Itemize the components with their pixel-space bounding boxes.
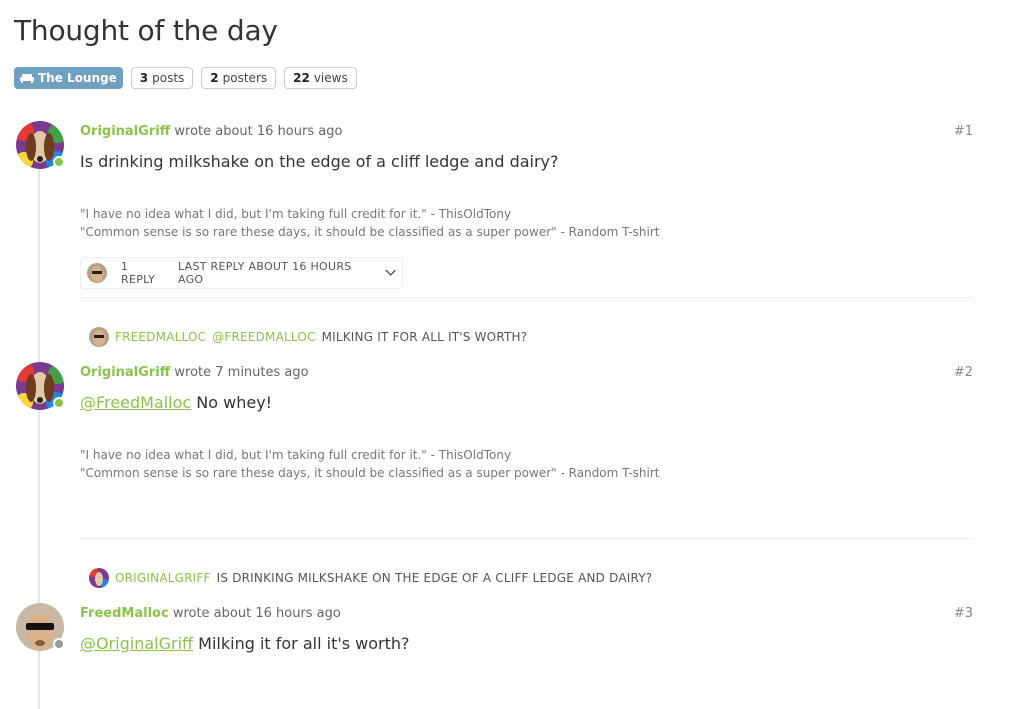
post-content: @OriginalGriff Milking it for all it's w… [80, 634, 410, 653]
views-count-badge: 22 views [284, 67, 357, 89]
replies-toggle[interactable]: 1 REPLY LAST REPLY ABOUT 16 HOURS AGO [80, 257, 403, 289]
page-title: Thought of the day [14, 14, 278, 47]
last-reply-time: LAST REPLY ABOUT 16 HOURS AGO [177, 260, 352, 286]
post-header: OriginalGriff wrote 7 minutes ago [80, 365, 309, 380]
parent-excerpt: MILKING IT FOR ALL IT'S WORTH? [321, 330, 528, 344]
category-label: The Lounge [38, 71, 117, 85]
parent-post-reference[interactable]: ORIGINALGRIFF IS DRINKING MILKSHAKE ON T… [89, 568, 652, 588]
parent-avatar [89, 327, 109, 347]
author-link[interactable]: OriginalGriff [80, 365, 170, 380]
post-content: Is drinking milkshake on the edge of a c… [80, 152, 559, 171]
user-mention-link[interactable]: @FreedMalloc [80, 393, 191, 412]
post-index[interactable]: #1 [954, 124, 973, 139]
author-link[interactable]: FreedMalloc [80, 606, 169, 621]
post-divider [80, 538, 973, 539]
parent-mention: @FREEDMALLOC [212, 330, 316, 344]
parent-author: FREEDMALLOC [115, 330, 207, 344]
posts-count-badge: 3 posts [130, 67, 194, 89]
post-signature: "I have no idea what I did, but I'm taki… [80, 448, 660, 480]
user-mention-link[interactable]: @OriginalGriff [80, 634, 193, 653]
online-status-indicator [53, 397, 65, 409]
parent-author: ORIGINALGRIFF [115, 571, 211, 585]
post-timestamp[interactable]: wrote about 16 hours ago [173, 606, 341, 621]
post-divider [80, 297, 973, 298]
post-header: OriginalGriff wrote about 16 hours ago [80, 124, 342, 139]
chevron-down-icon [385, 269, 396, 276]
parent-avatar [89, 568, 109, 588]
topic-tags: The Lounge 3 posts 2 posters 22 views [14, 67, 357, 89]
parent-excerpt: IS DRINKING MILKSHAKE ON THE EDGE OF A C… [216, 571, 653, 585]
posters-count-badge: 2 posters [201, 67, 277, 89]
post-signature: "I have no idea what I did, but I'm taki… [80, 207, 660, 239]
online-status-indicator [53, 156, 65, 168]
parent-post-reference[interactable]: FREEDMALLOC @FREEDMALLOC MILKING IT FOR … [89, 327, 527, 347]
post-index[interactable]: #2 [954, 365, 973, 380]
couch-icon [20, 74, 34, 83]
post-timestamp[interactable]: wrote about 16 hours ago [174, 124, 342, 139]
offline-status-indicator [53, 638, 65, 650]
post-content: @FreedMalloc No whey! [80, 393, 273, 412]
category-badge[interactable]: The Lounge [14, 67, 123, 89]
post-header: FreedMalloc wrote about 16 hours ago [80, 606, 341, 621]
post-timestamp[interactable]: wrote 7 minutes ago [174, 365, 308, 380]
reply-count: 1 REPLY [121, 260, 156, 286]
author-link[interactable]: OriginalGriff [80, 124, 170, 139]
post-index[interactable]: #3 [954, 606, 973, 621]
reply-avatar [87, 263, 107, 283]
